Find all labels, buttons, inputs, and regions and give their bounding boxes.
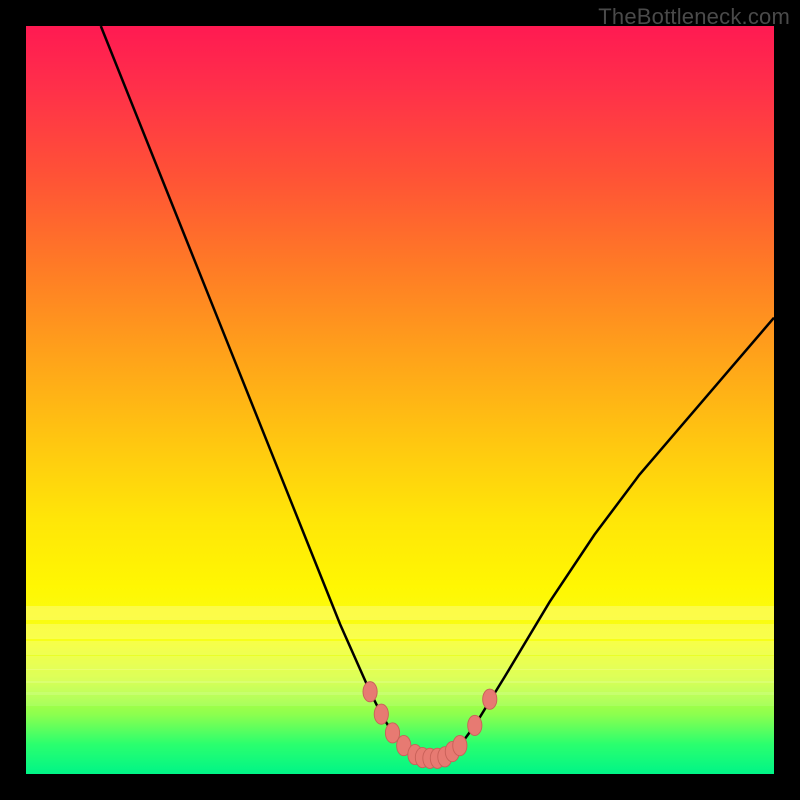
curve-marker xyxy=(453,735,467,755)
curve-marker xyxy=(363,682,377,702)
curve-marker xyxy=(468,715,482,735)
curve-path xyxy=(101,26,774,758)
curve-marker xyxy=(483,689,497,709)
chart-frame: TheBottleneck.com xyxy=(0,0,800,800)
curve-marker xyxy=(374,704,388,724)
bottleneck-curve xyxy=(26,26,774,774)
plot-area xyxy=(26,26,774,774)
